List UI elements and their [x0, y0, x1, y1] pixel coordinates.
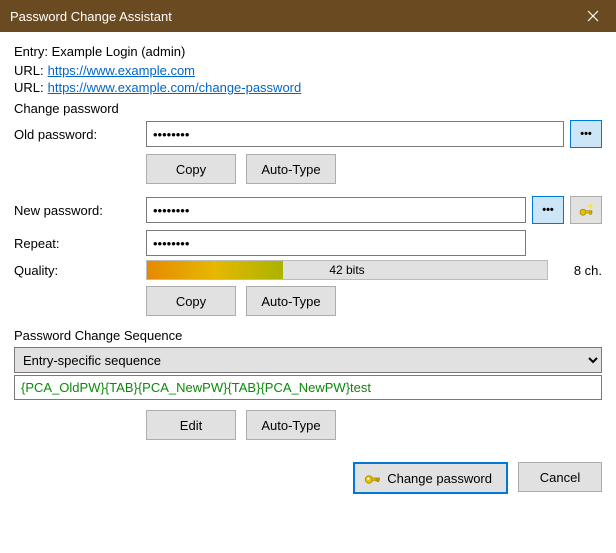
url-row-2: URL: https://www.example.com/change-pass…	[14, 80, 602, 95]
entry-row: Entry: Example Login (admin)	[14, 44, 602, 59]
url-row-1: URL: https://www.example.com	[14, 63, 602, 78]
dots-icon: •••	[542, 204, 554, 216]
sequence-heading: Password Change Sequence	[14, 328, 602, 343]
new-password-label: New password:	[14, 203, 146, 218]
autotype-new-password-button[interactable]: Auto-Type	[246, 286, 336, 316]
quality-char-count: 8 ch.	[554, 263, 602, 278]
titlebar: Password Change Assistant	[0, 0, 616, 32]
window-title: Password Change Assistant	[10, 9, 570, 24]
new-password-row: New password: •••	[14, 196, 602, 224]
sequence-token: {TAB}	[105, 380, 138, 395]
reveal-new-password-button[interactable]: •••	[532, 196, 564, 224]
sequence-token: {PCA_NewPW}	[138, 380, 228, 395]
sequence-type-dropdown[interactable]: Entry-specific sequence	[14, 347, 602, 373]
repeat-password-row: Repeat:	[14, 230, 602, 256]
close-icon	[587, 10, 599, 22]
key-icon	[363, 469, 381, 487]
sequence-tail: test	[350, 380, 371, 395]
copy-old-password-button[interactable]: Copy	[146, 154, 236, 184]
dialog-footer: Change password Cancel	[14, 462, 602, 494]
change-password-button[interactable]: Change password	[353, 462, 508, 494]
quality-label: Quality:	[14, 263, 146, 278]
edit-sequence-button[interactable]: Edit	[146, 410, 236, 440]
copy-new-password-button[interactable]: Copy	[146, 286, 236, 316]
url-link-2[interactable]: https://www.example.com/change-password	[48, 80, 302, 95]
generate-password-button[interactable]	[570, 196, 602, 224]
dots-icon: •••	[580, 128, 592, 140]
quality-bits: 42 bits	[329, 263, 364, 277]
close-button[interactable]	[570, 0, 616, 32]
key-sparkle-icon	[577, 201, 595, 219]
url-label-1: URL:	[14, 63, 44, 78]
sequence-token: {TAB}	[227, 380, 260, 395]
quality-meter-fill	[147, 261, 283, 279]
sequence-token: {PCA_OldPW}	[21, 380, 105, 395]
change-password-label: Change password	[387, 471, 492, 486]
entry-value: Example Login (admin)	[52, 44, 186, 59]
old-password-input[interactable]	[146, 121, 564, 147]
old-password-label: Old password:	[14, 127, 146, 142]
new-password-input[interactable]	[146, 197, 526, 223]
sequence-display: {PCA_OldPW}{TAB}{PCA_NewPW}{TAB}{PCA_New…	[14, 375, 602, 400]
change-password-heading: Change password	[14, 101, 602, 116]
reveal-old-password-button[interactable]: •••	[570, 120, 602, 148]
quality-meter: 42 bits	[146, 260, 548, 280]
autotype-old-password-button[interactable]: Auto-Type	[246, 154, 336, 184]
url-label-2: URL:	[14, 80, 44, 95]
url-link-1[interactable]: https://www.example.com	[48, 63, 195, 78]
autotype-sequence-button[interactable]: Auto-Type	[246, 410, 336, 440]
old-password-row: Old password: •••	[14, 120, 602, 148]
repeat-password-input[interactable]	[146, 230, 526, 256]
repeat-password-label: Repeat:	[14, 236, 146, 251]
cancel-button[interactable]: Cancel	[518, 462, 602, 492]
sequence-token: {PCA_NewPW}	[260, 380, 350, 395]
quality-row: Quality: 42 bits 8 ch.	[14, 260, 602, 280]
entry-label: Entry:	[14, 44, 48, 59]
